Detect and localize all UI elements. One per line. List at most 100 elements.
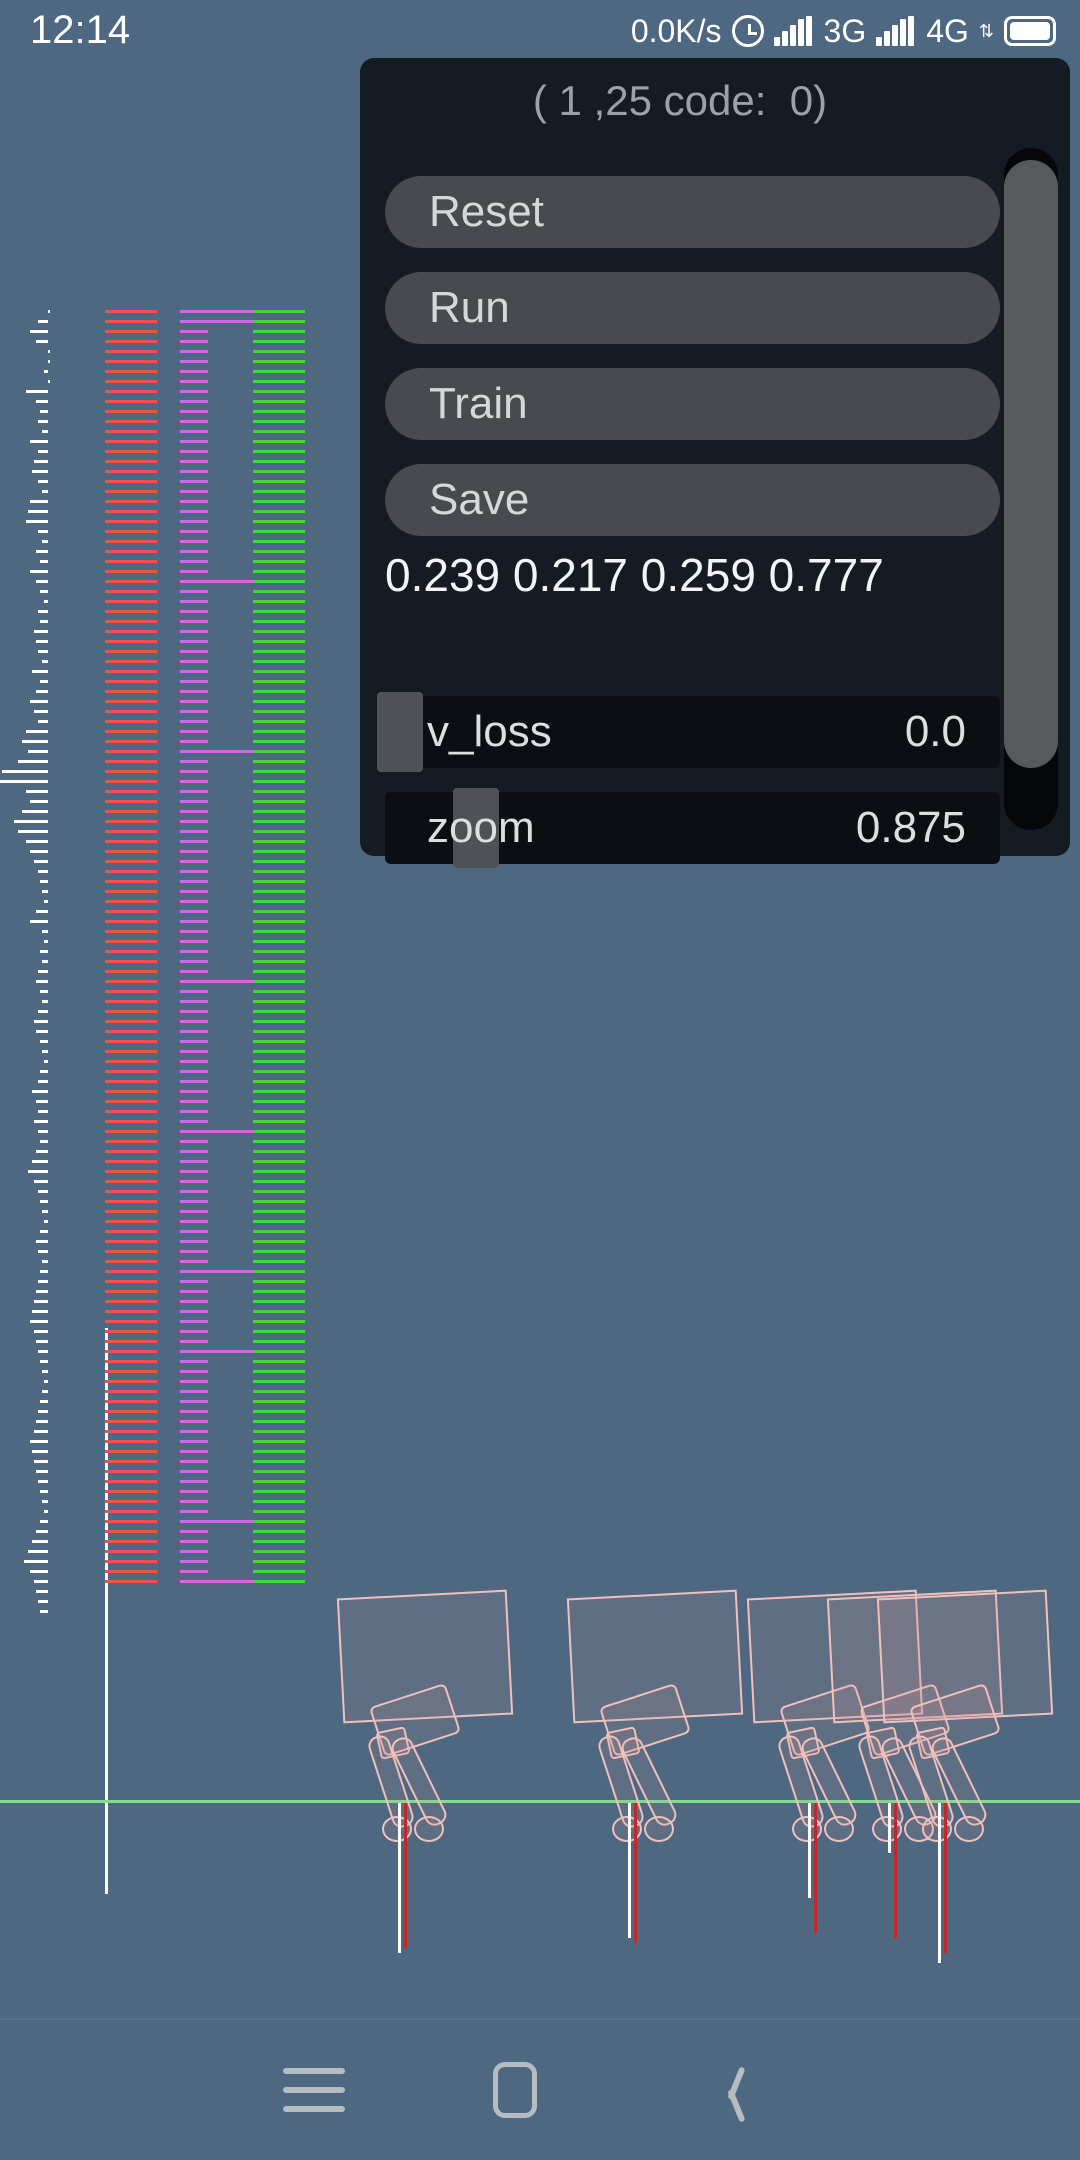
bar-green-column xyxy=(253,410,305,413)
bar-white xyxy=(36,910,48,913)
bar-magenta-column xyxy=(180,1410,208,1413)
bar-magenta-column xyxy=(180,350,208,353)
bar-red-column xyxy=(105,1330,157,1333)
bar-red-column xyxy=(105,820,157,823)
bar-magenta-column xyxy=(180,650,208,653)
slider-zoom[interactable]: zoom 0.875 xyxy=(385,788,1000,868)
bar-white xyxy=(38,870,48,873)
bar-magenta-column xyxy=(180,1300,208,1303)
bar-green-column xyxy=(253,950,305,953)
bar-white xyxy=(42,490,48,493)
bar-red-column xyxy=(105,1420,157,1423)
bar-green-column xyxy=(253,1050,305,1053)
bar-magenta-column xyxy=(180,760,208,763)
bar-green-column xyxy=(253,530,305,533)
bar-white xyxy=(40,990,48,993)
bar-red-column xyxy=(105,740,157,743)
bar-white xyxy=(38,1110,48,1113)
bar-red-column xyxy=(105,1300,157,1303)
back-button[interactable] xyxy=(665,2060,785,2123)
bar-red-column xyxy=(105,910,157,913)
slider-v-loss-label: v_loss xyxy=(427,707,552,756)
bar-white xyxy=(42,1210,48,1213)
bar-green-column xyxy=(253,1360,305,1363)
bar-white xyxy=(38,1080,48,1083)
bar-magenta-column xyxy=(180,970,208,973)
bar-white xyxy=(36,640,48,643)
bar-green-column xyxy=(253,610,305,613)
bar-green-column xyxy=(253,800,305,803)
bar-white xyxy=(42,1370,48,1373)
bar-white xyxy=(38,420,48,423)
sensor-line-white xyxy=(808,1803,811,1898)
bar-green-column xyxy=(253,1260,305,1263)
bar-green-column xyxy=(253,590,305,593)
bar-red-column xyxy=(105,900,157,903)
bar-magenta-column xyxy=(180,740,208,743)
bar-green-column xyxy=(253,1060,305,1063)
bar-green-column xyxy=(253,980,305,983)
bar-magenta-column xyxy=(180,380,208,383)
save-button[interactable]: Save xyxy=(385,464,1000,536)
slider-v-loss-value: 0.0 xyxy=(904,707,966,756)
bar-white xyxy=(42,960,48,963)
recents-button[interactable] xyxy=(255,2060,375,2120)
bar-red-column xyxy=(105,600,157,603)
slider-zoom-label: zoom xyxy=(427,803,535,852)
bar-magenta-column xyxy=(180,570,208,573)
train-button[interactable]: Train xyxy=(385,368,1000,440)
bar-white xyxy=(40,1520,48,1523)
bar-red-column xyxy=(105,940,157,943)
ragdoll-physics-simulation[interactable] xyxy=(0,1560,1080,2020)
bar-green-column xyxy=(253,820,305,823)
bar-magenta-column xyxy=(180,830,208,833)
slider-v-loss-handle[interactable] xyxy=(377,692,423,772)
bar-red-column xyxy=(105,860,157,863)
bar-red-column xyxy=(105,1210,157,1213)
bar-white xyxy=(36,1030,48,1033)
bar-white xyxy=(42,1000,48,1003)
home-button[interactable] xyxy=(455,2060,575,2120)
bar-white xyxy=(40,880,48,883)
bar-white xyxy=(42,1390,48,1393)
bar-magenta-column xyxy=(180,1170,208,1173)
bar-white xyxy=(38,1350,48,1353)
bar-red-column xyxy=(105,560,157,563)
bar-green-column xyxy=(253,1390,305,1393)
bar-magenta-column xyxy=(180,1470,208,1473)
bar-green-column xyxy=(253,1040,305,1043)
bar-magenta-column xyxy=(180,490,208,493)
run-button-label: Run xyxy=(429,283,510,332)
slider-v-loss[interactable]: v_loss 0.0 xyxy=(377,692,1000,772)
bar-magenta-column xyxy=(180,680,208,683)
bar-white xyxy=(44,1060,48,1063)
status-clock: 12:14 xyxy=(30,8,131,52)
bar-green-column xyxy=(253,700,305,703)
bar-magenta-column xyxy=(180,1440,208,1443)
bar-red-column xyxy=(105,730,157,733)
bar-magenta-column xyxy=(180,730,208,733)
bar-red-column xyxy=(105,380,157,383)
bar-green-column xyxy=(253,780,305,783)
bar-red-column xyxy=(105,1030,157,1033)
bar-green-column xyxy=(253,690,305,693)
bar-green-column xyxy=(253,1470,305,1473)
bar-green-column xyxy=(253,1220,305,1223)
bar-green-column xyxy=(253,440,305,443)
bar-magenta-column xyxy=(180,1010,208,1013)
bar-magenta-column xyxy=(180,600,208,603)
bar-magenta-column xyxy=(180,1370,208,1373)
recents-icon xyxy=(283,2068,345,2112)
bar-green-column xyxy=(253,1500,305,1503)
bar-magenta-column xyxy=(180,1380,208,1383)
bar-magenta-column xyxy=(180,470,208,473)
bar-red-column xyxy=(105,960,157,963)
reset-button[interactable]: Reset xyxy=(385,176,1000,248)
bar-red-column xyxy=(105,970,157,973)
bar-green-column xyxy=(253,810,305,813)
run-button[interactable]: Run xyxy=(385,272,1000,344)
bar-white xyxy=(40,620,48,623)
panel-scrollbar-thumb[interactable] xyxy=(1004,160,1058,768)
bar-green-column xyxy=(253,1400,305,1403)
bar-red-column xyxy=(105,920,157,923)
